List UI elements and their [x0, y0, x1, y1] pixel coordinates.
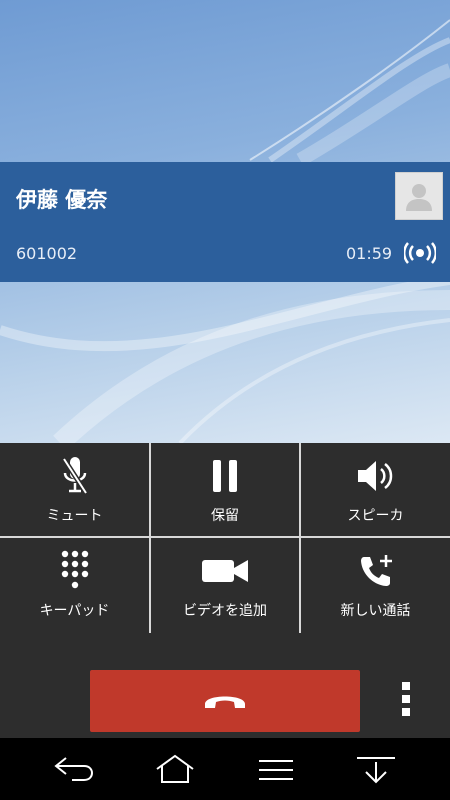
speaker-button[interactable]: スピーカ: [301, 443, 450, 536]
recent-down-icon[interactable]: [354, 752, 398, 786]
call-info-card: 伊藤 優奈 601002 01:59: [0, 162, 450, 282]
overflow-dot: [402, 708, 410, 716]
hang-up-icon: [205, 696, 245, 708]
overflow-menu-button[interactable]: [394, 682, 418, 724]
pause-icon: [213, 460, 237, 492]
hd-voice-icon: [404, 242, 436, 264]
home-icon[interactable]: [153, 752, 197, 786]
add-call-icon: [360, 555, 392, 586]
speaker-label: スピーカ: [347, 508, 404, 524]
new-call-button[interactable]: 新しい通話: [301, 538, 450, 633]
video-camera-icon: [202, 560, 248, 582]
system-nav-bar: [0, 738, 450, 800]
keypad-button[interactable]: キーパッド: [0, 538, 149, 633]
new-call-label: 新しい通話: [340, 603, 411, 619]
caller-number: 601002: [16, 244, 78, 263]
back-icon[interactable]: [52, 752, 96, 786]
mute-button[interactable]: ミュート: [0, 443, 149, 536]
overflow-dot: [402, 695, 410, 703]
mic-off-icon: [61, 457, 88, 495]
caller-name: 伊藤 優奈: [16, 188, 108, 212]
hold-button[interactable]: 保留: [151, 443, 299, 536]
add-video-label: ビデオを追加: [183, 603, 267, 619]
speaker-icon: [357, 461, 392, 491]
caller-avatar: [395, 172, 443, 220]
hold-label: 保留: [211, 508, 239, 524]
keypad-icon: [61, 550, 88, 589]
add-video-button[interactable]: ビデオを追加: [151, 538, 299, 633]
overflow-dot: [402, 682, 410, 690]
call-controls-grid: ミュート 保留 スピーカ キーパッド ビデオを追加 新しい通話: [0, 443, 450, 633]
mute-label: ミュート: [46, 508, 103, 524]
person-icon: [406, 184, 432, 211]
end-call-button[interactable]: [90, 670, 360, 732]
menu-icon[interactable]: [254, 752, 298, 786]
keypad-label: キーパッド: [39, 603, 110, 619]
call-timer: 01:59: [346, 244, 393, 263]
